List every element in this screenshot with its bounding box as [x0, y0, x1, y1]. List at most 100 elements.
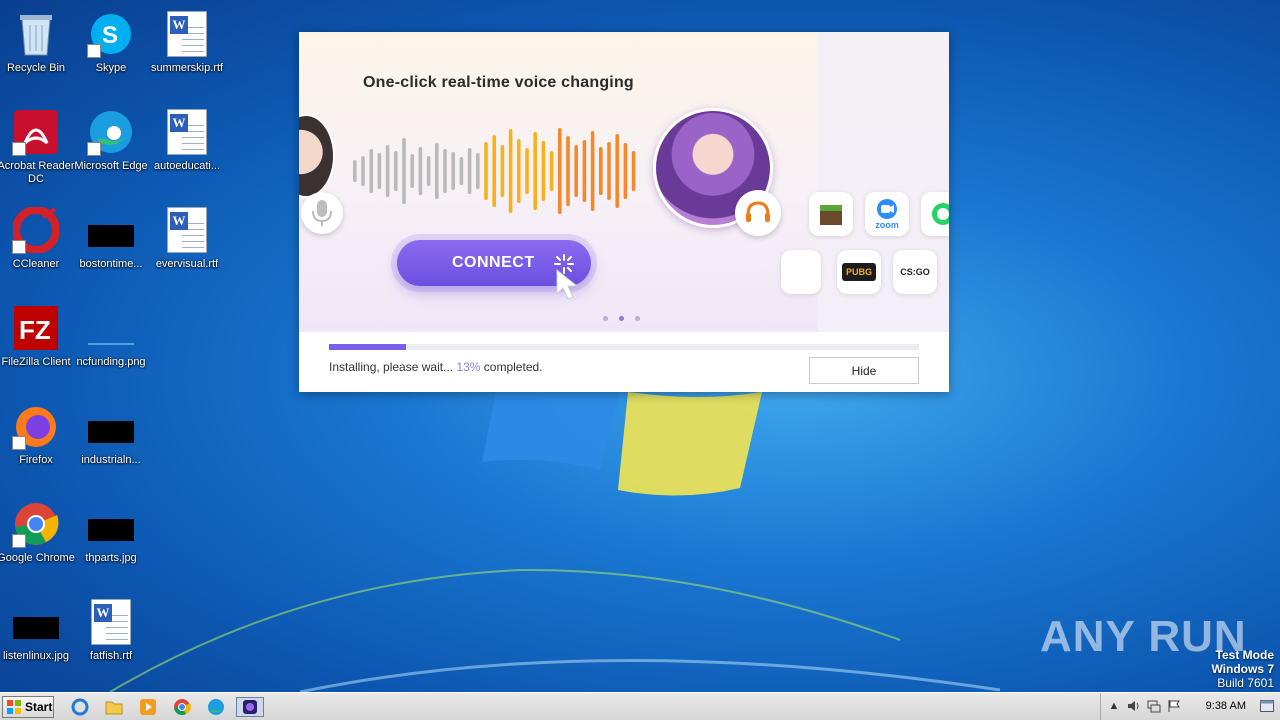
- desktop-icon-filezilla[interactable]: FZ FileZilla Client: [0, 298, 76, 390]
- sound-wave-bar: [385, 145, 390, 197]
- desktop-icon-label: Firefox: [19, 454, 53, 466]
- action-center-flag-icon[interactable]: [1167, 699, 1181, 713]
- shortcut-arrow-icon: [87, 44, 101, 58]
- sound-wave-bar: [517, 139, 521, 203]
- start-label: Start: [25, 700, 53, 714]
- app-tile-minecraft: [809, 192, 853, 236]
- desktop-icon-label: fatfish.rtf: [89, 650, 133, 662]
- hide-button[interactable]: Hide: [809, 357, 919, 384]
- start-button[interactable]: Start: [2, 696, 54, 718]
- recycle-bin-icon: [12, 10, 60, 58]
- promo-banner: zoom PUBG CS:GO One-click real-time voic…: [299, 32, 949, 332]
- desktop-icon-edge[interactable]: Microsoft Edge: [71, 102, 151, 194]
- filezilla-icon: FZ: [12, 304, 60, 352]
- sound-wave-bar: [426, 156, 431, 186]
- headset-icon: [735, 190, 781, 236]
- desktop-icon-label: Recycle Bin: [6, 62, 66, 74]
- sound-wave-bar: [582, 140, 587, 202]
- shortcut-arrow-icon: [87, 142, 101, 156]
- desktop-icon-ncfunding[interactable]: ncfunding.png: [71, 298, 151, 390]
- app-tile-pubg: PUBG: [837, 250, 881, 294]
- minecraft-icon: [820, 205, 842, 225]
- sound-wave-bar: [508, 129, 513, 213]
- desktop-icon-firefox[interactable]: Firefox: [0, 396, 76, 488]
- word-document-icon: W: [163, 10, 211, 58]
- taskbar-ie[interactable]: [70, 697, 90, 717]
- volume-icon[interactable]: [1127, 699, 1141, 713]
- desktop-icon-label: Acrobat Reader DC: [0, 160, 75, 185]
- show-hidden-icons-chevron-icon[interactable]: ▲: [1107, 699, 1121, 713]
- install-progress-bar: [329, 344, 919, 350]
- desktop-icon-acrobat[interactable]: Acrobat Reader DC: [0, 102, 76, 194]
- desktop-icon-ccleaner[interactable]: CCleaner: [0, 200, 76, 292]
- desktop-icon-label: listenlinux.jpg: [2, 650, 70, 662]
- sound-wave-bar: [599, 147, 603, 195]
- sound-wave-bar: [566, 136, 570, 206]
- sound-wave-bar: [558, 128, 562, 214]
- install-status: Installing, please wait... 13% completed…: [329, 360, 543, 374]
- desktop-icon-bostontime[interactable]: bostontime...: [71, 200, 151, 292]
- desktop-icon-industrialn[interactable]: industrialn...: [71, 396, 151, 488]
- sound-wave-bar: [607, 142, 611, 200]
- edge-icon: [87, 108, 135, 156]
- image-file-icon: [87, 304, 135, 352]
- installer-window: zoom PUBG CS:GO One-click real-time voic…: [299, 32, 949, 392]
- sound-wave-bar: [435, 143, 439, 199]
- desktop-icon-label: CCleaner: [12, 258, 60, 270]
- taskbar-media-player[interactable]: [138, 697, 158, 717]
- voice-changer-app-icon: [243, 700, 257, 714]
- carousel-dot[interactable]: [619, 316, 624, 321]
- desktop-icon-evervisual[interactable]: W evervisual.rtf: [147, 200, 227, 292]
- chrome-icon: [174, 699, 191, 716]
- firefox-icon: [12, 402, 60, 450]
- sound-wave-bar: [484, 142, 488, 200]
- internet-explorer-icon: [71, 698, 89, 716]
- desktop-icon-label: autoeducati...: [153, 160, 221, 172]
- zoom-icon: [877, 199, 897, 219]
- avatar-left: [299, 114, 335, 198]
- sound-wave-bar: [500, 145, 505, 197]
- pointer-cursor-icon: [556, 268, 579, 300]
- svg-text:S: S: [102, 22, 118, 49]
- desktop-icon-fatfish[interactable]: W fatfish.rtf: [71, 592, 151, 684]
- network-icon[interactable]: [1147, 699, 1161, 713]
- desktop-icon-summerskip[interactable]: W summerskip.rtf: [147, 4, 227, 96]
- word-document-icon: W: [87, 598, 135, 646]
- desktop-icon-skype[interactable]: S Skype: [71, 4, 151, 96]
- desktop: Recycle Bin Acrobat Reader DC CCleaner F…: [0, 0, 1280, 692]
- desktop-icon-label: evervisual.rtf: [155, 258, 219, 270]
- microphone-icon: [301, 192, 343, 234]
- desktop-icon-label: bostontime...: [79, 258, 143, 270]
- desktop-icon-autoeducati[interactable]: W autoeducati...: [147, 102, 227, 194]
- windows-flag-icon: [7, 700, 21, 714]
- media-player-icon: [140, 699, 156, 715]
- shortcut-arrow-icon: [12, 534, 26, 548]
- desktop-icon-listenlinux[interactable]: listenlinux.jpg: [0, 592, 76, 684]
- taskbar-chrome[interactable]: [172, 697, 192, 717]
- csgo-icon: CS:GO: [900, 267, 930, 277]
- sound-wave-bar: [459, 157, 464, 185]
- taskbar-explorer[interactable]: [104, 697, 124, 717]
- image-file-icon: [12, 598, 60, 646]
- desktop-icon-recycle-bin[interactable]: Recycle Bin: [0, 4, 76, 96]
- desktop-icon-label: ncfunding.png: [76, 356, 146, 368]
- ccleaner-icon: [12, 206, 60, 254]
- sound-wave-bar: [467, 148, 472, 194]
- desktop-icon-label: Skype: [95, 62, 127, 74]
- taskbar-clock[interactable]: 9:38 AM: [1206, 700, 1246, 712]
- show-desktop-icon[interactable]: [1260, 699, 1274, 713]
- sound-wave-bar: [361, 156, 365, 186]
- carousel-dots: [603, 316, 640, 321]
- acrobat-reader-icon: [12, 108, 60, 156]
- desktop-icon-label: industrialn...: [81, 454, 141, 466]
- build-label: Build 7601: [1217, 676, 1274, 690]
- carousel-dot[interactable]: [603, 316, 608, 321]
- sound-wave-bar: [525, 148, 529, 194]
- desktop-icon-thparts[interactable]: thparts.jpg: [71, 494, 151, 586]
- taskbar-installer[interactable]: [236, 697, 264, 717]
- sound-wave-bar: [369, 149, 373, 193]
- carousel-dot[interactable]: [635, 316, 640, 321]
- taskbar-edge[interactable]: [206, 697, 226, 717]
- windows-version-label: Windows 7: [1211, 662, 1274, 676]
- desktop-icon-chrome[interactable]: Google Chrome: [0, 494, 76, 586]
